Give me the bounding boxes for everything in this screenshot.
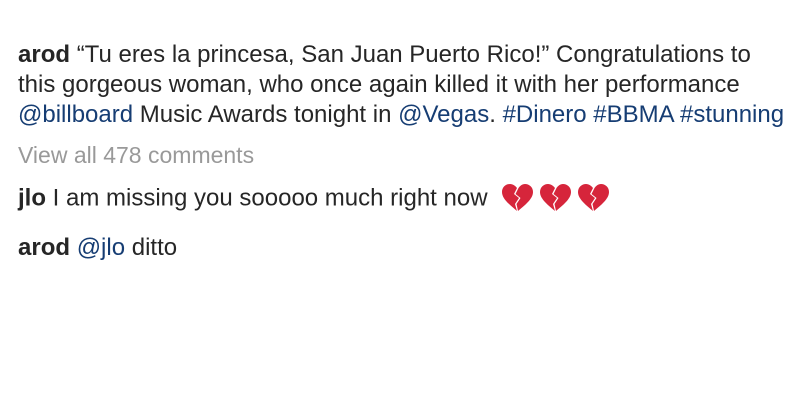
comment-text: I am missing you sooooo much right now (52, 184, 488, 212)
broken-heart-icon (540, 184, 572, 211)
view-all-comments-link[interactable]: View all 478 comments (18, 140, 254, 170)
hashtag-bbma-link[interactable]: #BBMA (593, 101, 673, 128)
hashtag-dinero-link[interactable]: #Dinero (503, 101, 587, 128)
broken-heart-icon (578, 184, 610, 211)
mention-jlo-link[interactable]: @jlo (77, 234, 125, 261)
caption-text: Music Awards tonight in (133, 101, 399, 128)
comment-item: arod @jlo ditto (18, 233, 788, 263)
mention-vegas-link[interactable]: @Vegas (398, 101, 489, 128)
caption-text: . (489, 101, 503, 128)
mention-billboard-link[interactable]: @billboard (18, 101, 133, 128)
hashtag-stunning-link[interactable]: #stunning (680, 101, 784, 128)
comment-text: ditto (131, 234, 178, 261)
comment-author-username[interactable]: arod (18, 234, 70, 261)
instagram-post-caption-area: arod “Tu eres la princesa, San Juan Puer… (18, 40, 788, 263)
comment-author-username[interactable]: jlo (18, 184, 46, 211)
emoji-group (500, 183, 614, 215)
comment-item: jlo I am missing you sooooo much right n… (18, 183, 788, 215)
post-caption: arod “Tu eres la princesa, San Juan Puer… (18, 40, 788, 130)
caption-author-username[interactable]: arod (18, 41, 70, 68)
broken-heart-icon (502, 184, 534, 211)
caption-text: “Tu eres la princesa, San Juan Puerto Ri… (18, 41, 751, 98)
